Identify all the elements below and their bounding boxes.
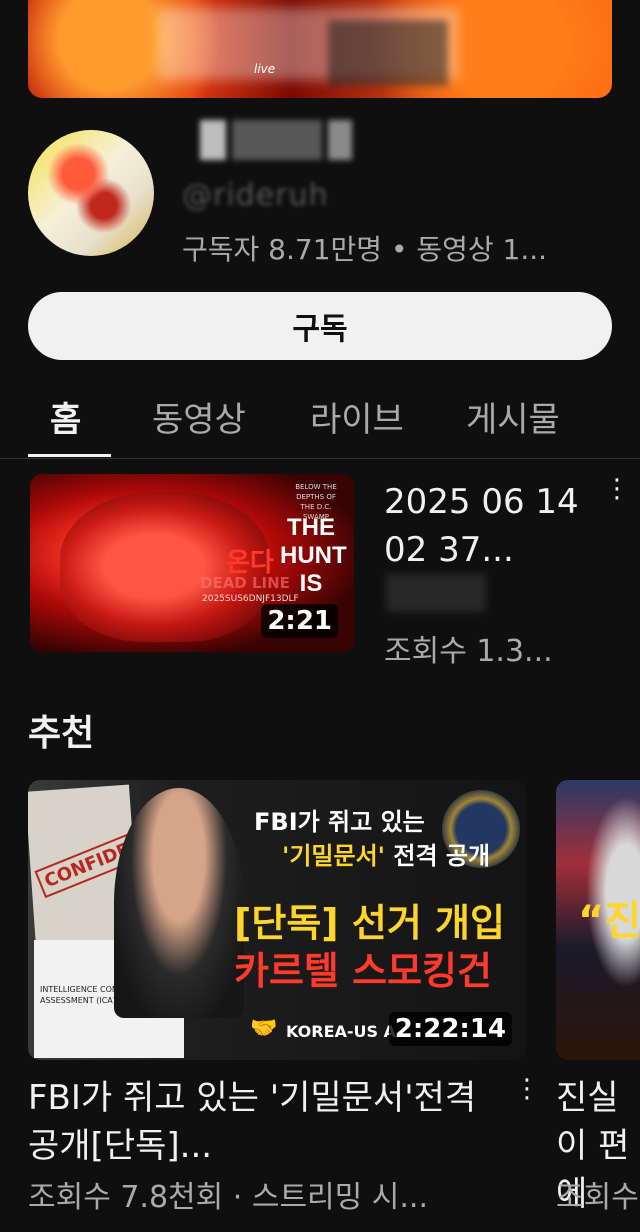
thumbnail-line-highlight: '기밀문서' <box>282 842 386 870</box>
channel-avatar[interactable] <box>28 130 154 256</box>
thumbnail-badge-text: KOREA-US A <box>286 1022 397 1041</box>
thumbnail-code-text: 2025SUS6DNJF13DLF <box>202 594 299 604</box>
more-vert-icon[interactable]: ⋮ <box>514 1074 540 1104</box>
tab-divider <box>0 458 640 459</box>
thumbnail-line: '기밀문서' 전격 공개 <box>282 836 490 871</box>
video-thumbnail[interactable]: CONFIDENTIAL INTELLIGENCE COMMUNITY ASSE… <box>28 780 526 1060</box>
thumbnail-line-rest: 전격 공개 <box>385 842 491 870</box>
thumbnail-line: FBI가 쥐고 있는 <box>254 808 425 836</box>
tab-live[interactable]: 라이브 <box>310 392 404 458</box>
channel-page: live @rideruh 구독자 8.71만명 • 동영상 1... 구독 홈… <box>0 0 640 1232</box>
video-duration: 2:21 <box>261 604 338 638</box>
thumbnail-deadline-text: DEAD LINE <box>200 574 290 592</box>
handshake-icon: 🤝 <box>250 1016 278 1041</box>
thumbnail-line: “진 <box>578 898 640 944</box>
more-vert-icon[interactable]: ⋮ <box>604 474 630 504</box>
thumbnail-line: [단독] 선거 개입 <box>234 901 505 945</box>
thumbnail-person <box>114 788 244 1018</box>
video-views: 조회수 1.3... <box>384 634 553 669</box>
subscribe-button[interactable]: 구독 <box>28 292 612 360</box>
tab-videos[interactable]: 동영상 <box>152 392 246 458</box>
active-tab-indicator <box>28 454 111 457</box>
video-thumbnail[interactable]: BELOW THE DEPTHS OF THE D.C. SWAMP THE H… <box>30 474 354 652</box>
video-meta: 조회수 <box>556 1180 639 1215</box>
channel-name-redacted <box>182 116 352 160</box>
channel-handle: @rideruh <box>182 178 329 213</box>
video-subtitle-redacted <box>386 574 486 612</box>
section-title: 추천 <box>28 713 95 754</box>
tab-posts[interactable]: 게시물 <box>466 392 560 458</box>
thumbnail-line: 카르텔 스모킹건 <box>234 949 492 993</box>
banner-blur-region <box>328 20 448 86</box>
video-thumbnail[interactable]: “진 <box>556 780 640 1060</box>
channel-stats: 구독자 8.71만명 • 동영상 1... <box>182 233 548 266</box>
video-meta: 조회수 7.8천회 · 스트리밍 시... <box>28 1180 428 1215</box>
tab-home[interactable]: 홈 <box>50 392 81 458</box>
video-duration: 2:22:14 <box>388 1012 512 1046</box>
video-title[interactable]: 2025 06 14 02 37... <box>384 478 594 574</box>
banner-live-text: live <box>254 62 276 76</box>
video-title[interactable]: FBI가 쥐고 있는 '기밀문서'전격 공개[단독]... <box>28 1074 498 1170</box>
channel-banner: live <box>28 0 612 98</box>
